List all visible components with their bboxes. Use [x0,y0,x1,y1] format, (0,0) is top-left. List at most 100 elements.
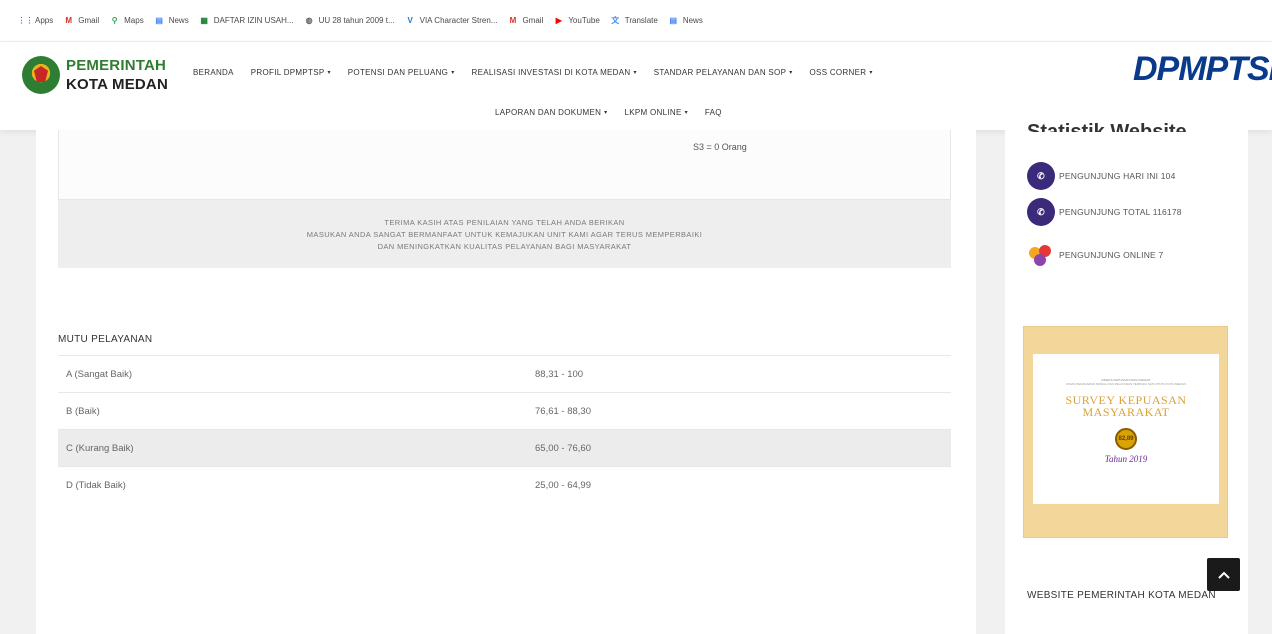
table-row: D (Tidak Baik) 25,00 - 64,99 [58,466,951,504]
caret-down-icon: ▾ [869,70,873,76]
nav-item-label: POTENSI DAN PELUANG [347,68,449,77]
rating-result-box: S3 = 0 Orang [58,130,951,200]
main-content: S3 = 0 Orang TERIMA KASIH ATAS PENILAIAN… [36,130,976,634]
main-nav-row-2: LAPORAN DAN DOKUMEN ▾ LKPM ONLINE ▾ FAQ [495,108,722,117]
range-cell: 25,00 - 64,99 [535,466,951,504]
thank-you-message: TERIMA KASIH ATAS PENILAIAN YANG TELAH A… [58,200,951,268]
banner-score-badge: 82,89 [1115,428,1137,450]
grade-cell: B (Baik) [58,392,535,430]
nav-item[interactable]: REALISASI INVESTASI DI KOTA MEDAN ▾ [472,68,637,77]
scroll-to-top-button[interactable] [1207,558,1240,591]
banner-title-line-2: MASYARAKAT [1082,405,1170,419]
city-emblem-icon [22,56,60,94]
sheets-icon: ▦ [200,16,208,25]
nav-item[interactable]: PROFIL DPMPTSP ▾ [251,68,331,77]
nav-item-label: LKPM ONLINE [624,108,682,117]
caret-down-icon: ▾ [327,70,331,76]
range-cell: 88,31 - 100 [535,355,951,393]
table-row: C (Kurang Baik) 65,00 - 76,60 [58,429,951,467]
nav-item-label: PROFIL DPMPTSP [250,68,325,77]
bookmark-label: News [682,16,703,25]
caret-down-icon: ▾ [684,110,688,116]
bookmark-item[interactable]: ▤ News [668,15,703,26]
bookmark-label: YouTube [568,16,600,25]
apps-grid-icon: ⋮⋮ [17,16,34,25]
bookmark-item[interactable]: M Gmail [63,15,99,26]
brand-logo[interactable]: DPMPTSP [1133,50,1272,89]
bookmark-item[interactable]: V VIA Character Stren... [405,15,498,26]
grade-cell: D (Tidak Baik) [58,466,535,504]
nav-item[interactable]: BERANDA [193,68,234,77]
mutu-pelayanan-table: A (Sangat Baik) 88,31 - 100 B (Baik) 76,… [58,355,951,504]
visitors-online-icon [1027,241,1055,269]
bookmark-item[interactable]: ◍ UU 28 tahun 2009 t... [304,15,395,26]
nav-item-label: OSS CORNER [809,68,867,77]
stat-label: PENGUNJUNG ONLINE 7 [1059,250,1164,260]
stat-visitors-online: PENGUNJUNG ONLINE 7 [1027,241,1163,269]
range-cell: 76,61 - 88,30 [535,392,951,430]
rating-count: S3 = 0 Orang [693,142,747,152]
site-logo[interactable]: PEMERINTAH KOTA MEDAN [22,56,168,94]
bookmark-item[interactable]: M Gmail [507,15,544,26]
nav-item[interactable]: OSS CORNER ▾ [810,68,873,77]
site-header: PEMERINTAH KOTA MEDAN BERANDA PROFIL DPMP… [0,42,1272,130]
bookmark-label: DAFTAR IZIN USAH... [213,16,294,25]
website-links-title: WEBSITE PEMERINTAH KOTA MEDAN [1027,590,1216,601]
nav-item[interactable]: STANDAR PELAYANAN DAN SOP ▾ [654,68,793,77]
nav-item[interactable]: FAQ [705,108,722,117]
stat-visitors-today: ✆ PENGUNJUNG HARI INI 104 [1027,162,1176,190]
stat-visitors-total: ✆ PENGUNJUNG TOTAL 116178 [1027,198,1182,226]
bookmark-label: Maps [124,16,144,25]
bookmark-label: Gmail [522,16,544,25]
caret-down-icon: ▾ [633,70,637,76]
nav-item-label: STANDAR PELAYANAN DAN SOP [653,68,787,77]
grade-cell: A (Sangat Baik) [58,355,535,393]
bookmark-label: News [168,16,189,25]
translate-icon: 文 [611,16,620,25]
thanks-line: TERIMA KASIH ATAS PENILAIAN YANG TELAH A… [384,217,625,227]
chevron-up-icon [1217,571,1230,579]
banner-subheader: DINAS PENANAMAN MODAL DAN PELAYANAN TERP… [1066,382,1186,386]
nav-item[interactable]: POTENSI DAN PELUANG ▾ [348,68,455,77]
news-icon: ▤ [155,16,163,25]
bookmark-label: Apps [35,16,54,25]
bookmarks-bar: ⋮⋮ Apps M Gmail ⚲ Maps ▤ News ▦ DAFTAR IZIN USAH.… [0,0,1272,42]
nav-item-label: LAPORAN DAN DOKUMEN [495,108,602,117]
bookmark-item[interactable]: ▦ DAFTAR IZIN USAH... [199,15,294,26]
logo-line-1: PEMERINTAH [66,57,167,74]
thanks-line: DAN MENINGKATKAN KUALITAS PELAYANAN BAGI… [377,241,632,251]
visitors-today-icon: ✆ [1027,162,1055,190]
survey-banner[interactable]: INDEKS KEPUASAN MASYARAKAT DINAS PENANAM… [1023,326,1228,538]
via-icon: V [407,16,413,25]
bookmark-label: Translate [624,16,658,25]
youtube-icon: ▶ [555,16,562,25]
bookmark-label: VIA Character Stren... [419,16,498,25]
mutu-pelayanan-title: MUTU PELAYANAN [58,334,153,345]
news-icon: ▤ [669,16,678,25]
gmail-icon: M [509,16,517,25]
bookmark-item[interactable]: ▶ YouTube [553,15,600,26]
logo-line-2: KOTA MEDAN [66,76,168,93]
nav-item[interactable]: LAPORAN DAN DOKUMEN ▾ [495,108,607,117]
bookmark-item[interactable]: 文 Translate [610,15,658,26]
visitors-total-icon: ✆ [1027,198,1055,226]
range-cell: 65,00 - 76,60 [535,429,951,467]
survey-banner-card: INDEKS KEPUASAN MASYARAKAT DINAS PENANAM… [1033,354,1219,504]
bookmark-item[interactable]: ⋮⋮ Apps [17,15,54,26]
nav-item[interactable]: LKPM ONLINE ▾ [624,108,687,117]
main-nav-row-1: BERANDA PROFIL DPMPTSP ▾ POTENSI DAN PELUAN… [193,68,873,77]
statistics-title: Statistik Website [1027,121,1187,132]
nav-item-label: BERANDA [193,68,234,77]
thanks-line: MASUKAN ANDA SANGAT BERMANFAAT UNTUK KEM… [306,229,703,239]
banner-year: Tahun 2019 [1104,454,1148,464]
globe-icon: ◍ [305,16,313,25]
caret-down-icon: ▾ [604,110,608,116]
nav-item-label: FAQ [704,108,722,117]
bookmark-item[interactable]: ⚲ Maps [109,15,144,26]
nav-item-label: REALISASI INVESTASI DI KOTA MEDAN [471,68,631,77]
table-row: B (Baik) 76,61 - 88,30 [58,392,951,430]
bookmark-item[interactable]: ▤ News [154,15,189,26]
bookmark-label: UU 28 tahun 2009 t... [318,16,395,25]
grade-cell: C (Kurang Baik) [58,429,535,467]
gmail-icon: M [65,16,73,25]
